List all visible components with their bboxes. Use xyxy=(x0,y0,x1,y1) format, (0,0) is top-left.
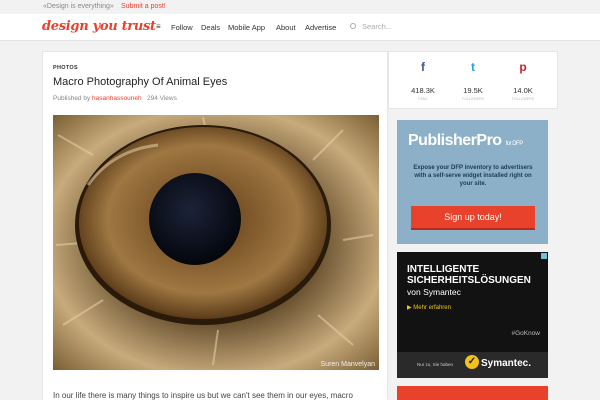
menu-icon[interactable]: ≡ xyxy=(156,22,161,31)
pinterest-icon: p xyxy=(519,60,527,74)
eye-image xyxy=(53,115,379,370)
twitter-count: 19.5K xyxy=(463,86,483,95)
article-meta: Published by hasanhassouneh 294 Views xyxy=(53,95,177,102)
nav-item-about[interactable]: About xyxy=(276,23,296,32)
signup-button[interactable]: Sign up today! xyxy=(411,206,535,230)
ad-publisher-pro[interactable]: PublisherPro for DFP Expose your DFP inv… xyxy=(397,120,548,244)
ad-footer: Nur zu, Sie haben ✓ Symantec. xyxy=(397,352,548,378)
photo-credit: Suren Manvelyan xyxy=(320,361,375,368)
ad-next-partial[interactable] xyxy=(397,386,548,400)
ad-learn-more-link[interactable]: ▶ Mehr erfahren xyxy=(407,304,451,311)
nav-item-follow[interactable]: Follow xyxy=(171,23,193,32)
social-twitter[interactable]: t 19.5K FOLLOWERS xyxy=(453,60,493,101)
article-category[interactable]: PHOTOS xyxy=(53,65,78,71)
site-header: design you trust ≡ Follow Deals Mobile A… xyxy=(0,14,600,41)
pinterest-count: 14.0K xyxy=(513,86,533,95)
nav-item-advertise[interactable]: Advertise xyxy=(305,23,336,32)
author-link[interactable]: hasanhassouneh xyxy=(92,95,142,102)
social-facebook[interactable]: f 418.3K FANS xyxy=(403,60,443,101)
article-photo-eye[interactable]: Suren Manvelyan xyxy=(53,115,379,370)
article-card: PHOTOS Macro Photography Of Animal Eyes … xyxy=(42,51,388,400)
social-counters: f 418.3K FANS t 19.5K FOLLOWERS p 14.0K … xyxy=(388,51,558,109)
adchoices-icon[interactable] xyxy=(541,253,547,259)
site-tagline: «Design is everything» xyxy=(43,3,114,10)
search-box[interactable]: Search... xyxy=(350,22,392,31)
facebook-count: 418.3K xyxy=(411,86,435,95)
search-icon xyxy=(350,23,356,29)
search-input[interactable]: Search... xyxy=(362,22,392,31)
ad-hashtag: #GoKnow xyxy=(511,330,540,337)
ad-brand: PublisherPro for DFP xyxy=(408,132,523,149)
twitter-label: FOLLOWERS xyxy=(462,97,484,101)
published-prefix: Published by xyxy=(53,95,91,102)
checkmark-icon: ✓ xyxy=(465,355,479,369)
top-bar: «Design is everything» Submit a post! xyxy=(0,0,600,14)
twitter-icon: t xyxy=(471,60,475,74)
social-pinterest[interactable]: p 14.0K FOLLOWERS xyxy=(503,60,543,101)
ad-headline: INTELLIGENTE SICHERHEITSLÖSUNGEN xyxy=(407,264,531,286)
nav-item-mobile-app[interactable]: Mobile App xyxy=(228,23,265,32)
symantec-logo: Symantec. xyxy=(481,358,532,369)
ad-copy: Expose your DFP inventory to advertisers… xyxy=(413,165,533,187)
pinterest-label: FOLLOWERS xyxy=(512,97,534,101)
facebook-icon: f xyxy=(421,60,425,74)
article-title: Macro Photography Of Animal Eyes xyxy=(53,76,228,88)
view-count: 294 Views xyxy=(146,95,177,102)
nav-item-deals[interactable]: Deals xyxy=(201,23,220,32)
site-logo[interactable]: design you trust xyxy=(42,19,156,34)
ad-by-line: von Symantec xyxy=(407,287,461,297)
article-body: In our life there is many things to insp… xyxy=(53,391,353,400)
ad-symantec[interactable]: INTELLIGENTE SICHERHEITSLÖSUNGEN von Syma… xyxy=(397,252,548,378)
facebook-label: FANS xyxy=(418,97,428,101)
ad-footer-note: Nur zu, Sie haben xyxy=(417,362,454,367)
submit-post-link[interactable]: Submit a post! xyxy=(121,3,166,10)
